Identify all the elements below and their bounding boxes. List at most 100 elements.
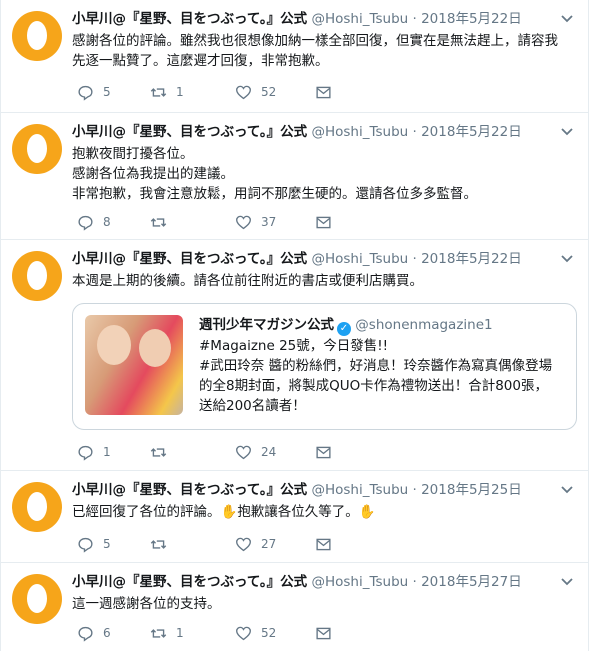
separator: · (412, 251, 417, 267)
author-handle[interactable]: @Hoshi_Tsubu (311, 482, 408, 498)
author-handle[interactable]: @Hoshi_Tsubu (311, 251, 408, 267)
chevron-down-icon[interactable] (560, 577, 574, 587)
tweet-text-line: 非常抱歉，我會注意放鬆，用詞不那麼生硬的。還請各位多多監督。 (72, 186, 477, 202)
envelope-icon (316, 216, 331, 228)
separator: · (412, 124, 417, 140)
author-name[interactable]: 小早川@『星野、目をつぶって。』公式 (72, 482, 307, 498)
quoted-author-handle[interactable]: @shonenmagazine1 (355, 317, 492, 333)
reply-button[interactable]: 8 (77, 212, 111, 232)
reply-icon (78, 626, 93, 642)
avatar[interactable] (12, 482, 62, 532)
heart-icon (236, 445, 251, 459)
avatar[interactable] (12, 124, 62, 174)
tweet-header: 小早川@『星野、目をつぶって。』公式 @Hoshi_Tsubu · 2018年5… (72, 481, 554, 499)
tweet-date[interactable]: 2018年5月27日 (421, 574, 522, 590)
reply-count: 1 (103, 445, 111, 459)
tweet-actions: 1 24 (77, 442, 377, 462)
author-name[interactable]: 小早川@『星野、目をつぶって。』公式 (72, 251, 307, 267)
direct-message-button[interactable] (315, 212, 332, 232)
direct-message-button[interactable] (315, 82, 332, 102)
reply-icon (78, 85, 93, 101)
quoted-tweet[interactable]: 週刊少年マガジン公式 ✓ @shonenmagazine1 #Magaizne 2… (72, 303, 577, 430)
like-button[interactable]: 37 (235, 212, 276, 232)
retweet-button[interactable]: 1 (150, 82, 184, 102)
author-name[interactable]: 小早川@『星野、目をつぶって。』公式 (72, 11, 307, 27)
author-name[interactable]: 小早川@『星野、目をつぶって。』公式 (72, 124, 307, 140)
tweet-date[interactable]: 2018年5月22日 (421, 11, 522, 27)
quoted-tweet-header: 週刊少年マガジン公式 ✓ @shonenmagazine1 (199, 316, 493, 336)
envelope-icon (316, 86, 331, 98)
tweet-text-line: 已經回復了各位的評論。✋抱歉讓各位久等了。✋ (72, 502, 574, 522)
heart-icon (236, 85, 251, 99)
chevron-down-icon[interactable] (560, 485, 574, 495)
tweet-actions: 8 37 (77, 212, 377, 232)
quoted-author-name[interactable]: 週刊少年マガジン公式 (199, 317, 334, 333)
like-button[interactable]: 52 (235, 82, 276, 102)
reply-button[interactable]: 5 (77, 534, 111, 554)
author-handle[interactable]: @Hoshi_Tsubu (311, 11, 408, 27)
tweet-text-line: 抱歉夜間打擾各位。 (72, 146, 194, 162)
tweet-text-line: 這一週感謝各位的支持。 (72, 596, 221, 612)
quoted-text-line: 送給200名讀者！ (199, 398, 306, 414)
reply-button[interactable]: 1 (77, 442, 111, 462)
retweet-icon (150, 447, 167, 457)
chevron-down-icon[interactable] (560, 14, 574, 24)
tweet-actions: 5 1 52 (77, 82, 377, 102)
tweet-date[interactable]: 2018年5月25日 (421, 482, 522, 498)
tweet-text: 這一週感謝各位的支持。 (72, 594, 574, 614)
retweet-button[interactable] (150, 442, 176, 462)
envelope-icon (316, 446, 331, 458)
avatar[interactable] (12, 574, 62, 624)
heart-icon (236, 626, 251, 640)
like-count: 27 (261, 537, 277, 551)
quoted-tweet-text: #Magaizne 25號，今日發售!! #武田玲奈 醬的粉絲們，好消息！玲奈醬… (199, 336, 566, 416)
like-button[interactable]: 24 (235, 442, 276, 462)
tweet-header: 小早川@『星野、目をつぶって。』公式 @Hoshi_Tsubu · 2018年5… (72, 573, 554, 591)
direct-message-button[interactable] (315, 442, 332, 462)
separator: · (412, 11, 417, 27)
quoted-text-line: #Magaizne 25號，今日發售!! (199, 338, 389, 354)
separator: · (412, 574, 417, 590)
retweet-button[interactable] (150, 212, 176, 232)
quoted-text-line: 的全8期封面，將製成QUO卡作為禮物送出！合計800張， (199, 378, 548, 394)
direct-message-button[interactable] (315, 623, 332, 643)
like-count: 52 (261, 85, 277, 99)
author-name[interactable]: 小早川@『星野、目をつぶって。』公式 (72, 574, 307, 590)
tweet[interactable]: 小早川@『星野、目をつぶって。』公式 @Hoshi_Tsubu · 2018年5… (1, 471, 588, 563)
like-button[interactable]: 27 (235, 534, 276, 554)
direct-message-button[interactable] (315, 534, 332, 554)
reply-count: 5 (103, 537, 111, 551)
tweet[interactable]: 小早川@『星野、目をつぶって。』公式 @Hoshi_Tsubu · 2018年5… (1, 113, 588, 240)
reply-button[interactable]: 6 (77, 623, 111, 643)
like-count: 37 (261, 215, 277, 229)
retweet-button[interactable] (150, 534, 176, 554)
retweet-count: 1 (176, 85, 184, 99)
tweet-header: 小早川@『星野、目をつぶって。』公式 @Hoshi_Tsubu · 2018年5… (72, 123, 554, 141)
tweet[interactable]: 小早川@『星野、目をつぶって。』公式 @Hoshi_Tsubu · 2018年5… (1, 563, 588, 651)
author-handle[interactable]: @Hoshi_Tsubu (311, 574, 408, 590)
retweet-icon (150, 217, 167, 227)
tweet-header: 小早川@『星野、目をつぶって。』公式 @Hoshi_Tsubu · 2018年5… (72, 250, 554, 268)
chevron-down-icon[interactable] (560, 127, 574, 137)
tweet[interactable]: 小早川@『星野、目をつぶって。』公式 @Hoshi_Tsubu · 2018年5… (1, 0, 588, 113)
tweet[interactable]: 小早川@『星野、目をつぶって。』公式 @Hoshi_Tsubu · 2018年5… (1, 240, 588, 471)
tweet-date[interactable]: 2018年5月22日 (421, 251, 522, 267)
retweet-button[interactable]: 1 (150, 623, 184, 643)
avatar[interactable] (12, 251, 62, 301)
tweet-date[interactable]: 2018年5月22日 (421, 124, 522, 140)
chevron-down-icon[interactable] (560, 254, 574, 264)
tweet-text-line: 先逐一點贊了。這麼遲才回復，非常抱歉。 (72, 53, 329, 69)
avatar[interactable] (12, 11, 62, 61)
quoted-text-line: #武田玲奈 醬的粉絲們，好消息！玲奈醬作為寫真偶像登場 (199, 358, 553, 374)
tweet-text: 已經回復了各位的評論。✋抱歉讓各位久等了。✋ (72, 502, 574, 522)
like-button[interactable]: 52 (235, 623, 276, 643)
retweet-icon (150, 628, 167, 638)
quoted-tweet-image[interactable] (85, 315, 183, 415)
verified-badge-icon: ✓ (337, 322, 351, 336)
tweet-actions: 6 1 52 (77, 623, 377, 643)
reply-button[interactable]: 5 (77, 82, 111, 102)
reply-count: 5 (103, 85, 111, 99)
tweet-text-part: 已經回復了各位的評論。 (72, 504, 221, 520)
tweet-actions: 5 27 (77, 534, 377, 554)
author-handle[interactable]: @Hoshi_Tsubu (311, 124, 408, 140)
